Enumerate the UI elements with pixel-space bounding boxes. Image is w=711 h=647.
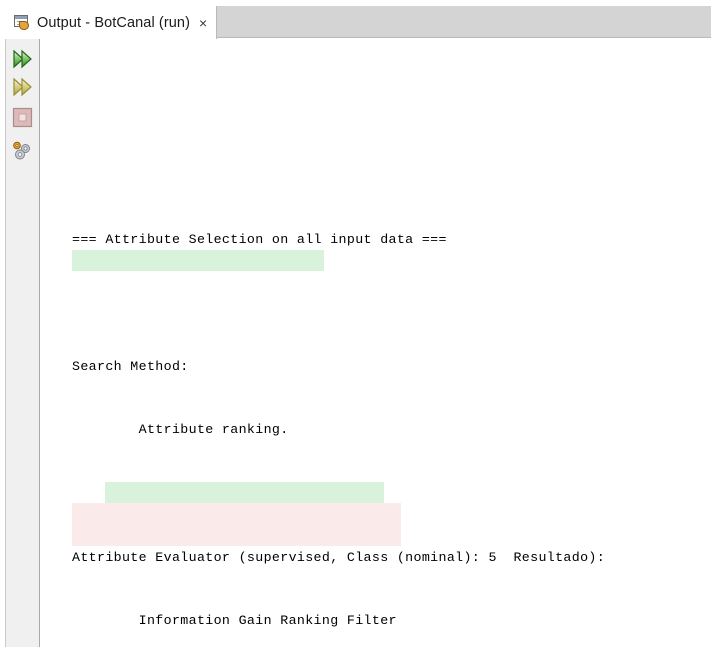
tab-strip: Output - BotCanal (run) × (5, 6, 711, 39)
log-line: Search Method: (72, 358, 189, 374)
log-line: Attribute Evaluator (supervised, Class (… (72, 549, 606, 565)
stop-button[interactable] (6, 103, 39, 131)
output-window: Output - BotCanal (run) × === Attribute … (0, 0, 711, 647)
highlight-band-prejuizo (72, 503, 401, 546)
rerun-with-parameters-button[interactable] (6, 73, 39, 101)
output-window-icon (14, 14, 30, 31)
highlight-band-ranked-attribute (72, 249, 324, 271)
log-line: === Attribute Selection on all input dat… (72, 231, 447, 247)
log-line: Information Gain Ranking Filter (72, 613, 397, 629)
log-line: Attribute ranking. (72, 422, 289, 438)
output-sidebar-toolbar (5, 39, 40, 647)
tab-output-botcanal[interactable]: Output - BotCanal (run) × (5, 6, 218, 39)
double-chevron-right-green-icon (12, 49, 34, 69)
stop-square-icon (12, 107, 33, 128)
gears-icon (12, 141, 34, 161)
tab-label: Output - BotCanal (run) (37, 14, 191, 31)
close-icon[interactable]: × (199, 16, 207, 30)
double-chevron-right-yellow-icon (12, 77, 34, 97)
rerun-button[interactable] (6, 45, 39, 73)
output-log: === Attribute Selection on all input dat… (72, 59, 711, 647)
settings-button[interactable] (6, 137, 39, 165)
output-text-pane[interactable]: === Attribute Selection on all input dat… (41, 39, 711, 647)
